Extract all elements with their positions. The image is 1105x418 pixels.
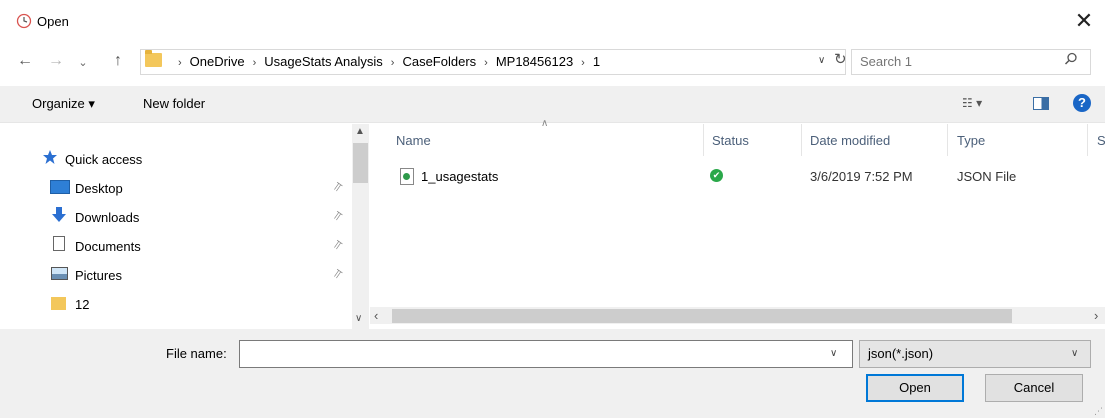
app-icon <box>16 13 32 29</box>
window-title: Open <box>37 14 69 29</box>
desktop-icon <box>50 180 70 194</box>
chevron-down-icon[interactable]: ∨ <box>830 348 837 359</box>
synced-check-icon: ✔ <box>710 169 723 182</box>
file-list <box>370 124 1105 304</box>
scroll-right-arrow[interactable]: › <box>1094 308 1098 323</box>
file-name-input[interactable] <box>244 346 814 361</box>
download-arrow-icon <box>50 206 68 227</box>
breadcrumb-separator[interactable]: › <box>484 57 488 69</box>
breadcrumb-separator[interactable]: › <box>581 57 585 69</box>
breadcrumb-item[interactable]: OneDrive <box>190 54 245 69</box>
nav-item-label: Pictures <box>75 268 122 283</box>
column-divider[interactable] <box>947 124 948 156</box>
nav-item-desktop[interactable]: Desktop ⫪ <box>0 177 344 199</box>
scrollbar-thumb[interactable] <box>392 309 1012 323</box>
file-name-cell[interactable]: 1_usagestats <box>421 169 498 184</box>
up-folder-button[interactable]: ↑ <box>108 52 128 70</box>
nav-item-downloads[interactable]: Downloads ⫪ <box>0 206 344 228</box>
search-box[interactable] <box>851 49 1091 75</box>
pin-icon[interactable]: ⫪ <box>330 266 345 282</box>
nav-item-folder-12[interactable]: 12 <box>0 293 340 315</box>
column-divider[interactable] <box>703 124 704 156</box>
breadcrumb-item[interactable]: CaseFolders <box>402 54 476 69</box>
resize-grip-icon[interactable]: ⋰ <box>1094 406 1103 417</box>
breadcrumb-separator[interactable]: › <box>253 57 257 69</box>
breadcrumb-separator: › <box>178 57 182 69</box>
search-input[interactable] <box>860 54 1050 69</box>
pictures-icon <box>51 267 68 280</box>
column-header-date-modified[interactable]: Date modified <box>810 133 890 148</box>
folder-icon <box>51 297 66 310</box>
navigation-pane: Quick access Desktop ⫪ Downloads ⫪ Docum… <box>0 124 352 324</box>
file-name-combobox[interactable] <box>239 340 853 368</box>
change-view-button[interactable]: ☷ ▾ <box>962 96 982 110</box>
pin-icon[interactable]: ⫪ <box>330 237 345 253</box>
chevron-down-icon[interactable]: ∨ <box>1071 348 1078 359</box>
column-divider[interactable] <box>1087 124 1088 156</box>
nav-item-label: Desktop <box>75 181 123 196</box>
column-header-size[interactable]: S <box>1097 133 1105 148</box>
file-type-cell: JSON File <box>957 169 1017 184</box>
help-button[interactable]: ? <box>1073 94 1091 112</box>
nav-item-pictures[interactable]: Pictures ⫪ <box>0 264 344 286</box>
column-header-name[interactable]: Name <box>396 133 431 148</box>
pin-icon[interactable]: ⫪ <box>330 208 345 224</box>
nav-item-label: Downloads <box>75 210 140 225</box>
column-divider[interactable] <box>801 124 802 156</box>
breadcrumb[interactable]: › OneDrive › UsageStats Analysis › CaseFolder… <box>170 54 600 69</box>
column-header-status[interactable]: Status <box>712 133 749 148</box>
cancel-button[interactable]: Cancel <box>985 374 1083 402</box>
folder-icon <box>145 50 162 67</box>
close-button[interactable]: ✕ <box>1070 8 1098 36</box>
scroll-left-arrow[interactable]: ‹ <box>374 308 378 323</box>
breadcrumb-item[interactable]: UsageStats Analysis <box>264 54 383 69</box>
scrollbar-thumb[interactable] <box>353 143 368 183</box>
open-button[interactable]: Open <box>866 374 964 402</box>
new-folder-button[interactable]: New folder <box>143 96 205 111</box>
star-icon <box>42 149 58 168</box>
chevron-down-icon[interactable]: ∨ <box>818 55 825 66</box>
recent-locations-button[interactable]: ⌄ <box>73 56 93 69</box>
json-file-icon <box>400 168 414 185</box>
document-icon <box>53 236 65 251</box>
nav-item-label: Documents <box>75 239 141 254</box>
nav-item-label: 12 <box>75 297 90 312</box>
nav-item-partial[interactable] <box>0 320 340 324</box>
breadcrumb-item[interactable]: MP18456123 <box>496 54 573 69</box>
nav-item-quick-access[interactable]: Quick access <box>0 148 340 170</box>
pin-icon[interactable]: ⫪ <box>330 179 345 195</box>
back-button[interactable]: ← <box>15 52 35 70</box>
column-header-type[interactable]: Type <box>957 133 985 148</box>
preview-pane-icon[interactable] <box>1033 97 1049 110</box>
sort-indicator-icon: ∧ <box>541 118 549 129</box>
scroll-up-arrow[interactable]: ▲ <box>355 126 365 137</box>
file-date-cell: 3/6/2019 7:52 PM <box>810 169 913 184</box>
forward-button[interactable]: → <box>46 52 66 70</box>
search-icon[interactable] <box>1064 52 1078 70</box>
file-type-value: json(*.json) <box>868 346 934 361</box>
organize-button[interactable]: Organize ▾ <box>32 96 95 112</box>
breadcrumb-separator[interactable]: › <box>391 57 395 69</box>
title-bar <box>0 0 1105 44</box>
breadcrumb-item[interactable]: 1 <box>593 54 600 69</box>
file-name-label: File name: <box>166 346 227 361</box>
scroll-down-arrow[interactable]: ∨ <box>355 313 362 324</box>
refresh-button[interactable]: ↻ <box>834 50 850 68</box>
nav-item-label: Quick access <box>65 152 143 167</box>
nav-item-documents[interactable]: Documents ⫪ <box>0 235 344 257</box>
